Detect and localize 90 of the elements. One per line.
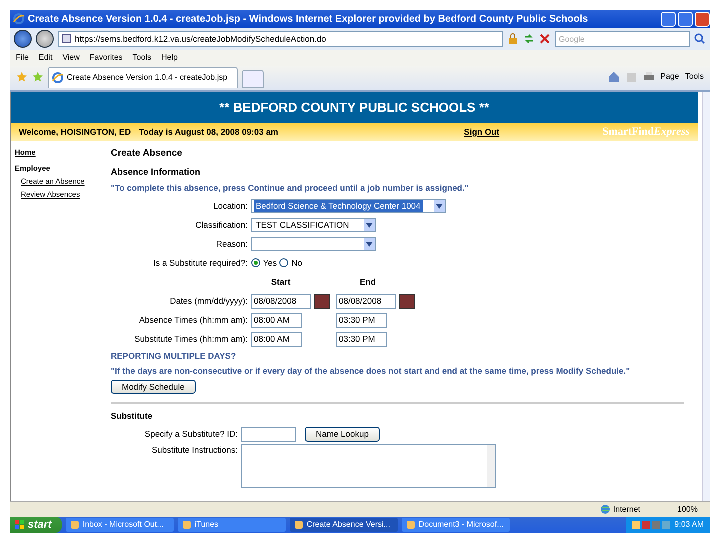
zoom-level[interactable]: 100%	[678, 504, 698, 516]
page-icon	[62, 34, 72, 44]
start-button[interactable]: start	[10, 517, 62, 533]
taskbar-button[interactable]: Document3 - Microsof...	[402, 518, 510, 532]
refresh-icon[interactable]	[523, 33, 535, 45]
taskbar-button[interactable]: Create Absence Versi...	[290, 518, 398, 532]
scrollbar[interactable]	[702, 92, 710, 501]
field-label: Substitute Instructions:	[151, 444, 239, 458]
app-icon	[182, 520, 192, 530]
address-field[interactable]: https://sems.bedford.k12.va.us/createJobModifyScheduleAction.do	[58, 31, 503, 47]
sign-out-link[interactable]: Sign Out	[464, 126, 500, 138]
browser-icon	[52, 72, 64, 84]
url-text: https://sems.bedford.k12.va.us/createJobModifyScheduleAction.do	[75, 32, 326, 46]
radio-selected-icon[interactable]	[251, 258, 261, 268]
tray-icons	[632, 520, 672, 530]
time-field[interactable]: 08:00 AM	[251, 332, 302, 346]
select-field[interactable]: Bedford Science & Technology Center 1004	[251, 199, 446, 213]
calendar-icon[interactable]	[399, 294, 415, 308]
field-label: Classification:	[194, 218, 249, 232]
time-field[interactable]: 03:30 PM	[336, 332, 387, 346]
browser-icon	[13, 13, 25, 25]
field-label: Absence Times (hh:mm am):	[138, 314, 249, 326]
section-heading: Substitute	[111, 410, 154, 424]
field-label: Dates (mm/dd/yyyy):	[169, 294, 249, 308]
window-title: Create Absence Version 1.0.4 - createJob.jsp - Windows Internet Explorer provided by Bedford County Public Schools	[28, 12, 588, 26]
subheading: REPORTING MULTIPLE DAYS?	[111, 350, 238, 363]
column-heading: Start	[270, 276, 292, 288]
date-field[interactable]: 08/08/2008	[251, 294, 311, 308]
maximize-button[interactable]	[678, 12, 693, 26]
command-button[interactable]: Tools	[685, 71, 704, 83]
taskbar-button[interactable]: iTunes	[178, 518, 286, 532]
welcome-text: Welcome, HOISINGTON, ED	[19, 126, 132, 138]
command-button[interactable]: Page	[660, 71, 680, 83]
time-field[interactable]: 08:00 AM	[251, 312, 302, 328]
back-button[interactable]	[14, 30, 32, 48]
option-label: No	[292, 256, 302, 270]
app-icon	[406, 520, 416, 530]
windows-flag-icon	[15, 520, 25, 530]
menu-item[interactable]: Tools	[132, 52, 152, 64]
taskbar-button[interactable]: Inbox - Microsoft Out...	[66, 518, 174, 532]
forward-button[interactable]	[36, 30, 54, 48]
radio-icon[interactable]	[279, 258, 290, 268]
column-heading: End	[358, 276, 378, 288]
printer-icon[interactable]	[642, 71, 655, 83]
menu-item[interactable]: Favorites	[90, 52, 123, 64]
note-text: "If the days are non-consecutive or if every day of the absence does not start and end at the same time, press Modify Schedule."	[111, 365, 632, 378]
calendar-icon[interactable]	[314, 294, 330, 308]
instruction-text: "To complete this absence, press Continue and proceed until a job number is assigned."	[111, 182, 470, 195]
dropdown-arrow-icon	[366, 222, 373, 228]
menu-item[interactable]: View	[62, 52, 80, 64]
browser-tab[interactable]: Create Absence Version 1.0.4 - createJob.jsp	[48, 67, 238, 88]
field-label: Substitute Times (hh:mm am):	[134, 332, 249, 346]
date-text: Today is August 08, 2008 09:03 am	[139, 126, 278, 138]
app-icon	[70, 520, 80, 530]
clock-text: 9:03 AM	[674, 519, 704, 531]
menu-item[interactable]: Edit	[38, 52, 53, 64]
close-button[interactable]	[695, 12, 710, 26]
scrollbar[interactable]	[487, 445, 495, 488]
time-field[interactable]: 03:30 PM	[336, 312, 387, 328]
dropdown-arrow-icon	[366, 242, 373, 246]
logo-text: SmartFindExpress	[602, 124, 690, 140]
app-icon	[294, 520, 304, 530]
menu-item[interactable]: Help	[161, 52, 178, 64]
date-field[interactable]: 08/08/2008	[336, 294, 396, 308]
page-heading: Create Absence	[111, 147, 184, 161]
field-label: Location:	[212, 200, 249, 212]
select-field[interactable]: TEST CLASSIFICATION	[251, 218, 376, 232]
minimize-button[interactable]	[661, 12, 676, 26]
search-field[interactable]: Google	[555, 31, 690, 47]
stop-icon[interactable]	[539, 33, 551, 45]
status-zone: Internet	[613, 504, 641, 516]
field-label: Specify a Substitute? ID:	[144, 428, 239, 441]
lock-icon	[507, 33, 519, 45]
dropdown-arrow-icon	[436, 204, 443, 208]
home-icon[interactable]	[608, 71, 620, 83]
menu-item[interactable]: File	[16, 52, 29, 64]
name-lookup-button[interactable]: Name Lookup	[305, 427, 380, 442]
favorites-star-icon[interactable]	[16, 71, 28, 83]
option-label: Yes	[263, 256, 278, 270]
new-tab-button[interactable]	[242, 70, 264, 88]
section-heading: Absence Information	[111, 166, 202, 180]
page-banner: ** BEDFORD COUNTY PUBLIC SCHOOLS **	[11, 92, 698, 123]
modify-schedule-button[interactable]: Modify Schedule	[111, 380, 196, 394]
instructions-field[interactable]	[241, 444, 496, 488]
globe-icon	[600, 504, 612, 515]
id-field[interactable]	[241, 426, 296, 442]
field-label: Reason:	[215, 238, 249, 250]
search-icon[interactable]	[694, 33, 706, 45]
select-field[interactable]	[251, 237, 376, 251]
field-label: Is a Substitute required?:	[152, 256, 249, 270]
